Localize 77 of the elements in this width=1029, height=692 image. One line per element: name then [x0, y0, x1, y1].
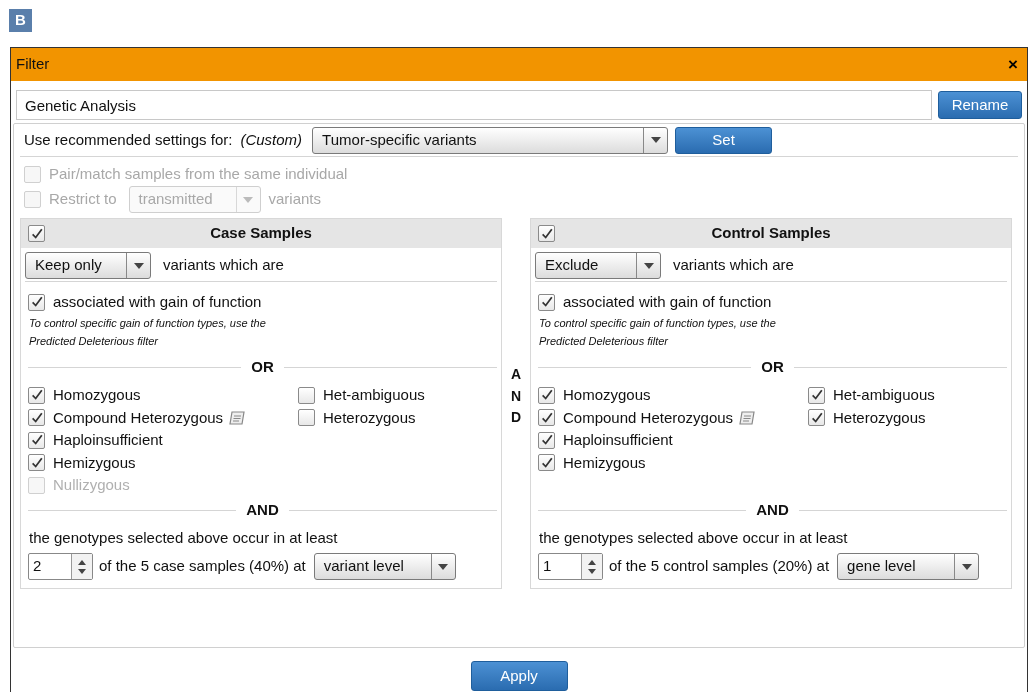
- checkbox[interactable]: [28, 409, 45, 427]
- settings-label: Use recommended settings for:: [24, 129, 233, 150]
- count-label: of the 5 control samples (20%) at: [609, 556, 830, 577]
- checkbox-label: Het-ambiguous: [833, 385, 935, 405]
- option-label: Restrict to: [49, 189, 117, 210]
- name-field[interactable]: Genetic Analysis: [16, 90, 932, 120]
- note-icon[interactable]: [739, 410, 756, 425]
- checkbox-label: Het-ambiguous: [323, 385, 425, 405]
- checkbox-label: Homozygous: [563, 385, 651, 405]
- checkbox[interactable]: [538, 293, 555, 311]
- mode-label: (Custom): [240, 129, 303, 150]
- hint-text: To control specific gain of function types, use the Predicted Deleterious filter: [28, 316, 267, 349]
- checkbox[interactable]: [538, 454, 555, 472]
- checkbox-label: Heterozygous: [323, 407, 416, 428]
- caret-icon: [961, 563, 972, 570]
- panel-title: Case Samples: [209, 223, 313, 244]
- checkbox[interactable]: [298, 409, 315, 427]
- checkbox-label: Nullizygous: [53, 475, 130, 495]
- checkbox-label: Homozygous: [53, 385, 141, 405]
- rename-button[interactable]: Rename: [938, 91, 1022, 119]
- checkbox-label: Compound Heterozygous: [563, 407, 734, 428]
- caret-icon: [650, 137, 661, 143]
- checkbox[interactable]: [28, 386, 45, 404]
- apply-button[interactable]: Apply: [470, 661, 568, 691]
- up-arrow-icon[interactable]: [78, 559, 86, 565]
- up-arrow-icon[interactable]: [588, 559, 596, 565]
- occurrence-label: the genotypes selected above occur in at least: [538, 528, 849, 548]
- checkbox-label: Haploinsufficient: [53, 430, 163, 450]
- checkbox-label: associated with gain of function: [53, 291, 262, 312]
- checkbox[interactable]: [538, 386, 555, 404]
- close-button[interactable]: ×: [1004, 56, 1022, 73]
- caret-icon: [643, 262, 654, 269]
- action-dropdown[interactable]: Exclude: [535, 252, 661, 279]
- checkbox-label: Heterozygous: [833, 407, 926, 428]
- option-label: Pair/match samples from the same individual: [49, 164, 348, 185]
- occurrence-label: the genotypes selected above occur in at least: [28, 528, 339, 548]
- preset-dropdown[interactable]: Tumor-specific variants: [312, 126, 669, 154]
- down-arrow-icon[interactable]: [78, 568, 86, 574]
- count-spinner[interactable]: 2: [28, 553, 93, 580]
- action-label: variants which are: [163, 255, 284, 276]
- action-dropdown[interactable]: Keep only: [25, 252, 151, 279]
- window-title: Filter: [16, 54, 50, 75]
- checkbox-label: associated with gain of function: [563, 291, 772, 312]
- panel-title: Control Samples: [710, 223, 832, 244]
- checkbox[interactable]: [538, 225, 555, 242]
- checkbox-label: Hemizygous: [53, 452, 136, 473]
- separator-label: OR: [761, 356, 784, 377]
- separator-label: AND: [756, 499, 789, 520]
- checkbox[interactable]: [28, 431, 45, 449]
- action-label: variants which are: [673, 255, 794, 276]
- checkbox-label: Hemizygous: [563, 452, 646, 473]
- level-dropdown[interactable]: variant level: [313, 553, 456, 580]
- connector-label: AND: [509, 365, 523, 428]
- note-icon[interactable]: [229, 410, 246, 425]
- hint-text: To control specific gain of function types, use the Predicted Deleterious filter: [538, 316, 777, 349]
- panel-label: B: [9, 9, 32, 32]
- checkbox[interactable]: [28, 293, 45, 311]
- checkbox[interactable]: [28, 225, 45, 242]
- separator-label: AND: [246, 499, 279, 520]
- checkbox-label: Compound Heterozygous: [53, 407, 224, 428]
- checkbox[interactable]: [28, 454, 45, 472]
- checkbox[interactable]: [298, 386, 315, 404]
- checkbox[interactable]: [808, 386, 825, 404]
- checkbox-label: Haploinsufficient: [563, 430, 673, 450]
- option-label: variants: [268, 189, 322, 210]
- checkbox[interactable]: [538, 431, 555, 449]
- checkbox[interactable]: [538, 409, 555, 427]
- caret-icon: [133, 262, 144, 269]
- separator-label: OR: [251, 356, 274, 377]
- set-button[interactable]: Set: [675, 126, 773, 154]
- level-dropdown[interactable]: gene level: [837, 553, 980, 580]
- caret-icon: [438, 563, 449, 570]
- count-label: of the 5 case samples (40%) at: [99, 556, 306, 577]
- caret-icon: [243, 196, 253, 203]
- count-spinner[interactable]: 1: [538, 553, 603, 580]
- down-arrow-icon[interactable]: [588, 568, 596, 574]
- checkbox[interactable]: [808, 409, 825, 427]
